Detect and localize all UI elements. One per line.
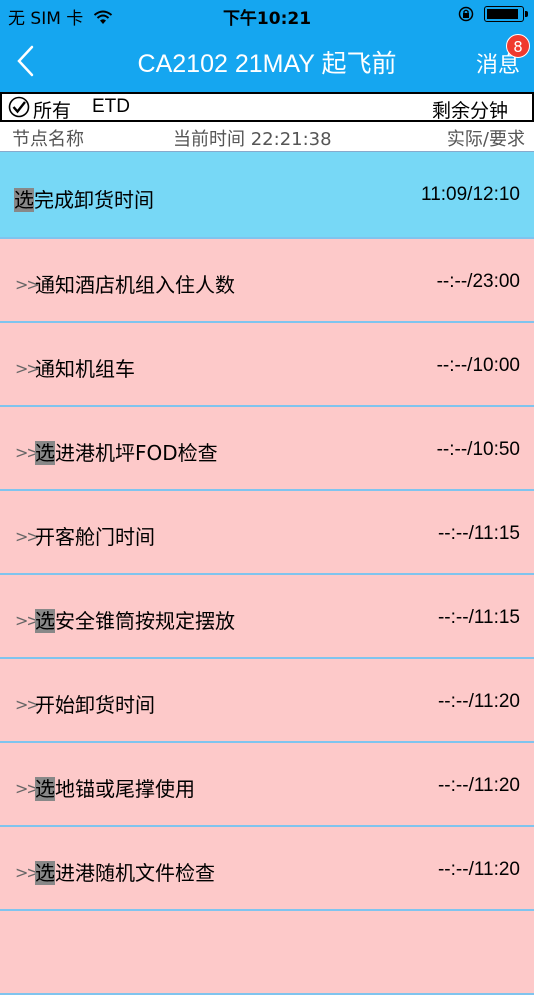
list-item-label: 选进港机坪FOD检查 [35,437,218,466]
list-item-label: 选安全锥筒按规定摆放 [35,605,235,634]
optional-marker: 选 [35,609,55,633]
list-item-text: 完成卸货时间 [34,188,154,212]
list-item-time: --:--/11:15 [437,523,520,544]
list-item-label: 开客舱门时间 [35,521,155,550]
node-list: 选完成卸货时间 11:09/12:10 >> 通知酒店机组入住人数 --:--/23:0… [0,152,534,995]
list-item[interactable]: >> 选进港机坪FOD检查 --:--/10:50 [0,407,534,491]
filter-all-label[interactable]: 所有 [33,96,71,123]
list-item-label: 选进港随机文件检查 [35,857,215,886]
optional-marker: 选 [35,777,55,801]
optional-marker: 选 [35,861,55,885]
list-item-text: 通知机组车 [35,357,135,381]
status-right [458,6,528,22]
list-item-text: 开客舱门时间 [35,525,155,549]
list-item[interactable]: 选完成卸货时间 11:09/12:10 [0,152,534,239]
messages-badge: 8 [506,34,530,58]
filter-etd-label[interactable]: ETD [92,96,130,118]
optional-marker: 选 [14,188,34,212]
list-item[interactable]: >> 通知酒店机组入住人数 --:--/23:00 [0,239,534,323]
battery-icon [484,6,528,22]
list-item-time: 11:09/12:10 [421,184,520,205]
orientation-lock-icon [458,6,474,22]
list-item[interactable]: >> 选进港随机文件检查 --:--/11:20 [0,827,534,911]
remaining-minutes-toggle[interactable]: 剩余分钟 [432,96,508,123]
list-item-text: 进港随机文件检查 [55,861,215,885]
status-bar: 无 SIM 卡 下午10:21 [0,0,534,30]
current-time-label: 当前时间 22:21:38 [173,129,332,150]
list-item-text: 安全锥筒按规定摆放 [55,609,235,633]
optional-marker: 选 [35,441,55,465]
list-item-time: --:--/23:00 [436,271,520,292]
list-item[interactable]: >> 选安全锥筒按规定摆放 --:--/11:15 [0,575,534,659]
column-node-name: 节点名称 [12,129,84,150]
column-actual-required: 实际/要求 [446,129,525,150]
list-item-time: --:--/11:20 [437,859,520,880]
list-item-label: 开始卸货时间 [35,689,155,718]
list-item[interactable]: >> 开客舱门时间 --:--/11:15 [0,491,534,575]
filter-bar: 所有 ETD 剩余分钟 [0,92,534,122]
list-item[interactable] [0,911,534,995]
list-item-text: 通知酒店机组入住人数 [35,273,235,297]
list-item-label: 通知机组车 [35,353,135,382]
list-item-time: --:--/11:20 [437,691,520,712]
list-item[interactable]: >> 选地锚或尾撑使用 --:--/11:20 [0,743,534,827]
list-item-text: 进港机坪FOD检查 [55,441,218,465]
list-item-time: --:--/11:20 [437,775,520,796]
battery-fill [487,9,518,19]
column-header: 节点名称 当前时间 22:21:38 实际/要求 [0,122,534,152]
list-item-label: 通知酒店机组入住人数 [35,269,235,298]
list-item[interactable]: >> 通知机组车 --:--/10:00 [0,323,534,407]
list-item-time: --:--/11:15 [437,607,520,628]
list-item-label: 选完成卸货时间 [14,184,154,213]
list-item-label: 选地锚或尾撑使用 [35,773,195,802]
list-item[interactable]: >> 开始卸货时间 --:--/11:20 [0,659,534,743]
status-time: 下午10:21 [222,9,312,29]
nav-bar: CA2102 21MAY 起飞前 消息 8 [0,30,534,92]
checkbox-checked-icon[interactable] [8,96,30,118]
list-item-text: 地锚或尾撑使用 [55,777,195,801]
list-item-time: --:--/10:00 [436,355,520,376]
list-item-text: 开始卸货时间 [35,693,155,717]
page-title: CA2102 21MAY 起飞前 [137,50,397,78]
list-item-time: --:--/10:50 [436,439,520,460]
